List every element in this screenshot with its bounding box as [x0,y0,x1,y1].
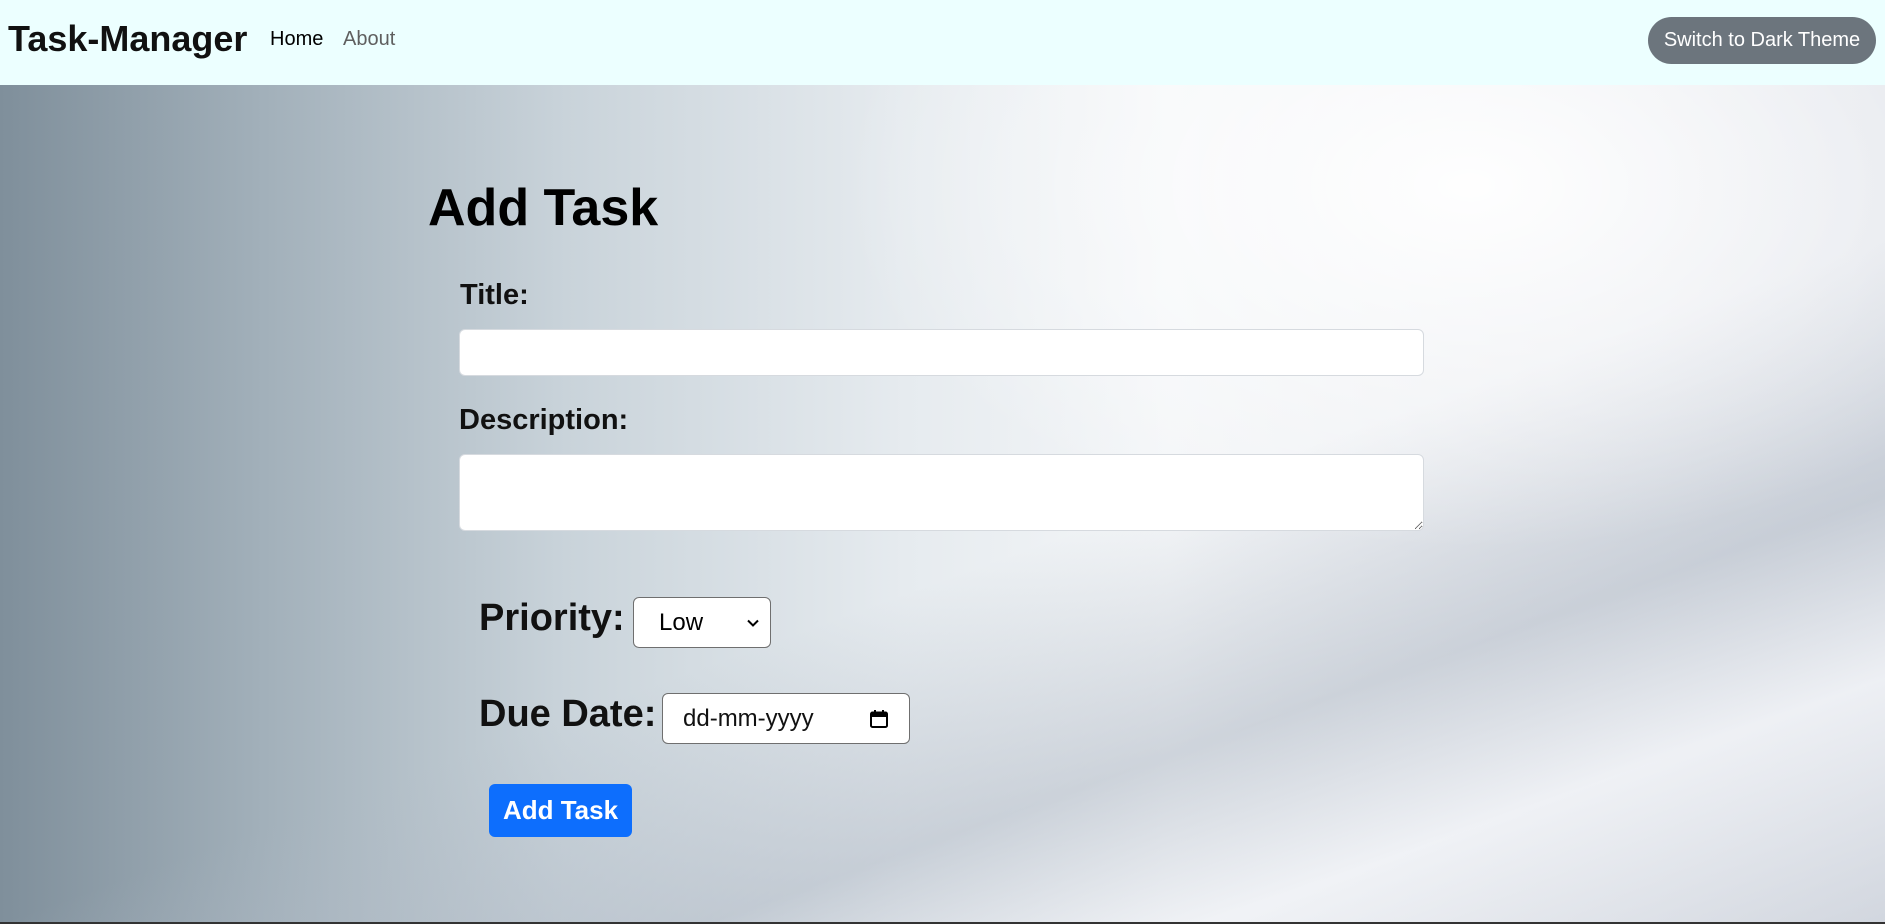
due-date-input[interactable]: dd-mm-yyyy [662,693,910,744]
due-date-placeholder: dd-mm-yyyy [683,704,814,732]
page-title: Add Task [428,179,659,237]
priority-selected-value: Low [659,608,704,636]
add-task-button[interactable]: Add Task [489,784,632,837]
priority-select[interactable]: Low [633,597,771,648]
chevron-down-icon [747,619,759,627]
description-textarea[interactable] [459,454,1424,531]
due-date-label: Due Date: [479,693,657,735]
navbar: Task-Manager Home About Switch to Dark T… [0,0,1885,85]
priority-label: Priority: [479,597,625,639]
brand-logo-text[interactable]: Task-Manager [8,18,247,60]
calendar-icon[interactable] [869,709,889,729]
nav-link-about[interactable]: About [343,28,395,51]
title-label: Title: [460,279,529,311]
title-input[interactable] [459,329,1424,376]
description-label: Description: [459,404,629,436]
switch-theme-button[interactable]: Switch to Dark Theme [1648,17,1876,64]
nav-link-home[interactable]: Home [270,28,323,51]
